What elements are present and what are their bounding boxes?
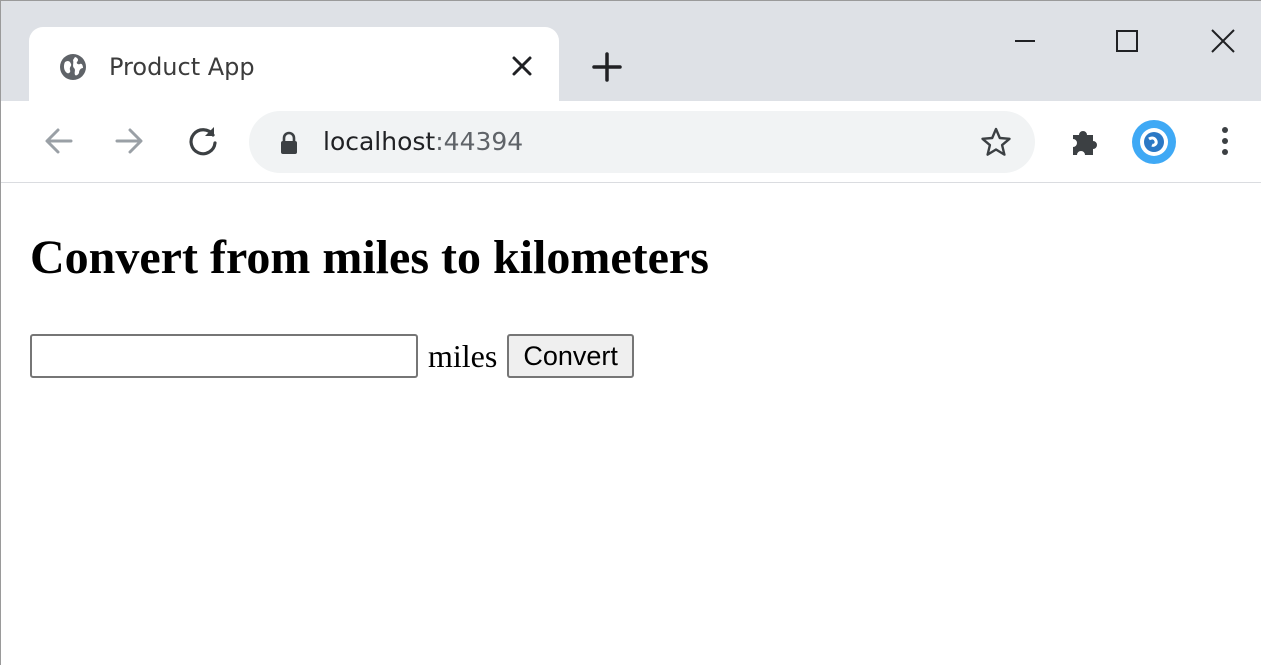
kebab-menu-icon[interactable] xyxy=(1213,121,1237,161)
page-title: Convert from miles to kilometers xyxy=(30,231,709,284)
miles-input[interactable] xyxy=(30,334,418,378)
convert-form: miles Convert xyxy=(30,332,634,380)
arrow-left-icon[interactable] xyxy=(39,121,79,161)
puzzle-icon[interactable] xyxy=(1067,123,1103,159)
page-content: Convert from miles to kilometers miles C… xyxy=(1,184,1261,666)
tab-strip: Product App xyxy=(1,1,1261,101)
tab-title: Product App xyxy=(109,53,255,81)
miles-label: miles xyxy=(428,338,498,374)
url-host: localhost xyxy=(323,127,436,156)
convert-button[interactable]: Convert xyxy=(507,334,634,378)
browser-window: Product App localhost:44394 Convert from… xyxy=(0,0,1261,665)
maximize-icon[interactable] xyxy=(1105,19,1149,63)
url-text[interactable]: localhost:44394 xyxy=(323,124,523,160)
reload-icon[interactable] xyxy=(183,121,223,161)
url-port: :44394 xyxy=(435,127,524,156)
browser-toolbar: localhost:44394 xyxy=(1,101,1261,183)
close-tab-icon[interactable] xyxy=(507,51,537,81)
close-icon[interactable] xyxy=(1201,19,1245,63)
profile-avatar[interactable] xyxy=(1131,119,1177,165)
globe-icon xyxy=(60,54,86,80)
address-bar[interactable]: localhost:44394 xyxy=(249,111,1035,173)
lock-icon[interactable] xyxy=(277,130,301,156)
star-icon[interactable] xyxy=(979,125,1013,159)
plus-icon[interactable] xyxy=(589,49,625,85)
tab-product-app[interactable]: Product App xyxy=(29,27,559,101)
arrow-right-icon[interactable] xyxy=(109,121,149,161)
minimize-icon[interactable] xyxy=(1003,19,1047,63)
